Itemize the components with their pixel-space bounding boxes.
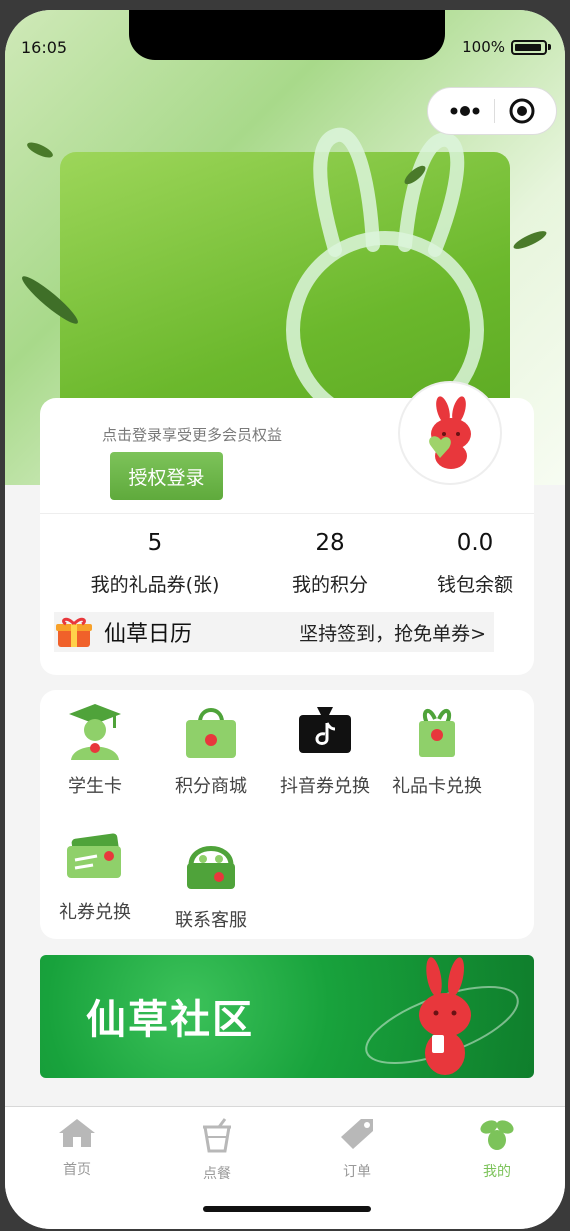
avatar[interactable] xyxy=(398,381,502,485)
tag-icon xyxy=(341,1119,373,1149)
tab-label: 点餐 xyxy=(203,1166,231,1182)
stat-points[interactable]: 28 我的积分 xyxy=(270,530,390,597)
leaf-icon xyxy=(27,142,53,158)
stat-label: 我的积分 xyxy=(291,574,368,596)
close-target-icon[interactable] xyxy=(508,97,536,125)
leaf-icon xyxy=(513,231,547,249)
battery-percent: 100% xyxy=(462,38,505,56)
glass-bunny-icon xyxy=(286,127,484,420)
douyin-ticket-icon xyxy=(299,707,351,753)
community-banner[interactable]: 仙草社区 xyxy=(40,955,534,1078)
service-customer-support[interactable]: 联系客服 xyxy=(156,830,266,932)
stat-wallet-balance[interactable]: 0.0 钱包余额 xyxy=(420,530,530,597)
leaf-icon xyxy=(22,276,78,324)
status-battery: 100% xyxy=(462,38,551,56)
battery-icon xyxy=(511,39,547,55)
stat-value: 28 xyxy=(315,530,345,556)
tab-mine[interactable]: 我的 xyxy=(457,1117,537,1181)
tab-home[interactable]: 首页 xyxy=(37,1117,117,1179)
shopping-bag-icon xyxy=(186,708,236,758)
calendar-title: 仙草日历 xyxy=(104,622,193,647)
miniprogram-capsule xyxy=(427,87,557,135)
checkin-calendar-bar[interactable]: 仙草日历 坚持签到，抢免单券> xyxy=(54,612,494,652)
tab-order-food[interactable]: 点餐 xyxy=(177,1117,257,1183)
drink-cup-icon xyxy=(203,1118,231,1153)
student-cap-icon xyxy=(69,704,121,760)
home-indicator xyxy=(203,1206,371,1212)
gift-card-icon xyxy=(419,708,455,757)
login-hint: 点击登录享受更多会员权益 xyxy=(102,426,283,444)
tab-label: 订单 xyxy=(343,1164,371,1180)
service-points-mall[interactable]: 积分商城 xyxy=(156,696,266,798)
stat-label: 钱包余额 xyxy=(436,574,513,596)
service-gift-card[interactable]: 礼品卡兑换 xyxy=(382,696,492,798)
service-douyin-voucher[interactable]: 抖音券兑换 xyxy=(270,696,380,798)
banner-title: 仙草社区 xyxy=(86,997,254,1043)
red-bunny-avatar-icon xyxy=(429,396,471,469)
service-label: 学生卡 xyxy=(68,776,122,797)
service-label: 礼品卡兑换 xyxy=(392,776,482,797)
gift-box-icon xyxy=(56,617,92,647)
service-label: 礼券兑换 xyxy=(59,902,131,923)
headset-icon xyxy=(187,846,235,889)
more-dots-icon[interactable] xyxy=(448,105,482,117)
voucher-icon xyxy=(67,833,121,878)
stat-label: 我的礼品券(张) xyxy=(90,574,220,596)
calendar-subtitle: 坚持签到，抢免单券> xyxy=(299,622,486,645)
stat-gift-vouchers[interactable]: 5 我的礼品券(张) xyxy=(80,530,230,597)
stat-value: 0.0 xyxy=(456,530,494,556)
phone-screen: 16:05 100% 点击登录享受更多会员权益 授权登录 5 我的礼品券(张) xyxy=(5,10,565,1229)
leaf-icon xyxy=(404,165,426,185)
service-label: 抖音券兑换 xyxy=(280,776,370,797)
status-time: 16:05 xyxy=(21,38,68,57)
authorize-login-button[interactable]: 授权登录 xyxy=(110,452,223,500)
services-grid: 学生卡 积分商城 抖音券兑换 礼品卡兑换 礼券兑换 联系客服 xyxy=(40,690,534,939)
service-label: 积分商城 xyxy=(175,776,247,797)
tab-label: 首页 xyxy=(63,1162,91,1178)
red-bunny-mascot-icon xyxy=(365,957,519,1075)
service-voucher-exchange[interactable]: 礼券兑换 xyxy=(40,822,150,924)
stat-value: 5 xyxy=(147,530,163,556)
tab-label: 我的 xyxy=(483,1164,511,1180)
home-icon xyxy=(59,1119,95,1147)
bunny-icon xyxy=(480,1120,514,1150)
device-notch xyxy=(129,10,445,60)
member-card: 点击登录享受更多会员权益 授权登录 5 我的礼品券(张) 28 我的积分 0.0… xyxy=(40,381,534,675)
tab-orders[interactable]: 订单 xyxy=(317,1117,397,1181)
service-student-card[interactable]: 学生卡 xyxy=(40,696,150,798)
service-label: 联系客服 xyxy=(175,910,247,931)
divider xyxy=(40,513,534,514)
